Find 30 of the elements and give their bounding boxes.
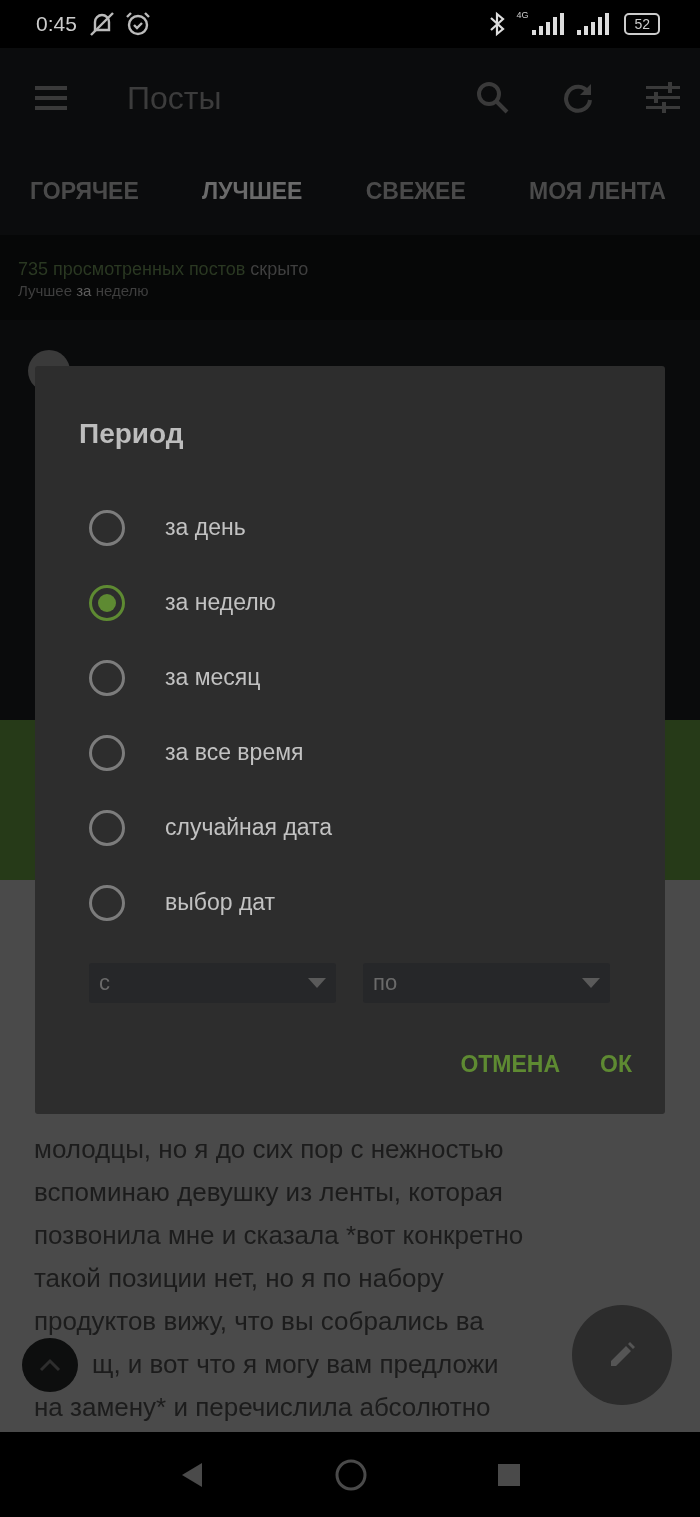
dropdown-arrow-icon: [582, 978, 600, 988]
dropdown-arrow-icon: [308, 978, 326, 988]
radio-button[interactable]: [89, 809, 125, 846]
radio-button[interactable]: [89, 659, 125, 696]
search-icon[interactable]: [476, 81, 510, 115]
option-label[interactable]: выбор дат: [165, 889, 276, 916]
network-type: 4G: [516, 10, 529, 20]
menu-icon[interactable]: [35, 85, 67, 111]
radio-button[interactable]: [89, 584, 125, 621]
chevron-up-icon: [39, 1358, 61, 1372]
back-icon[interactable]: [180, 1461, 204, 1488]
refresh-icon[interactable]: [562, 82, 594, 114]
option-label[interactable]: случайная дата: [165, 814, 333, 841]
battery-indicator: 52: [624, 13, 660, 35]
recents-icon[interactable]: [498, 1463, 520, 1486]
filter-sliders-icon[interactable]: [646, 82, 680, 114]
pencil-icon: [609, 1342, 635, 1368]
status-time: 0:45: [36, 12, 77, 36]
option-label[interactable]: за день: [165, 514, 246, 541]
radio-button[interactable]: [89, 509, 125, 546]
option-label[interactable]: за все время: [165, 739, 304, 766]
radio-button[interactable]: [89, 734, 125, 771]
home-icon[interactable]: [334, 1457, 368, 1492]
radio-button[interactable]: [89, 884, 125, 921]
option-label[interactable]: за месяц: [165, 664, 261, 691]
dialog-title: Период: [79, 417, 185, 451]
alarm-icon: [124, 11, 151, 37]
period-caption: Лучшее за неделю: [18, 282, 150, 299]
feed-tab[interactable]: ЛУЧШЕЕ: [202, 178, 303, 205]
option-label[interactable]: за неделю: [165, 589, 276, 616]
